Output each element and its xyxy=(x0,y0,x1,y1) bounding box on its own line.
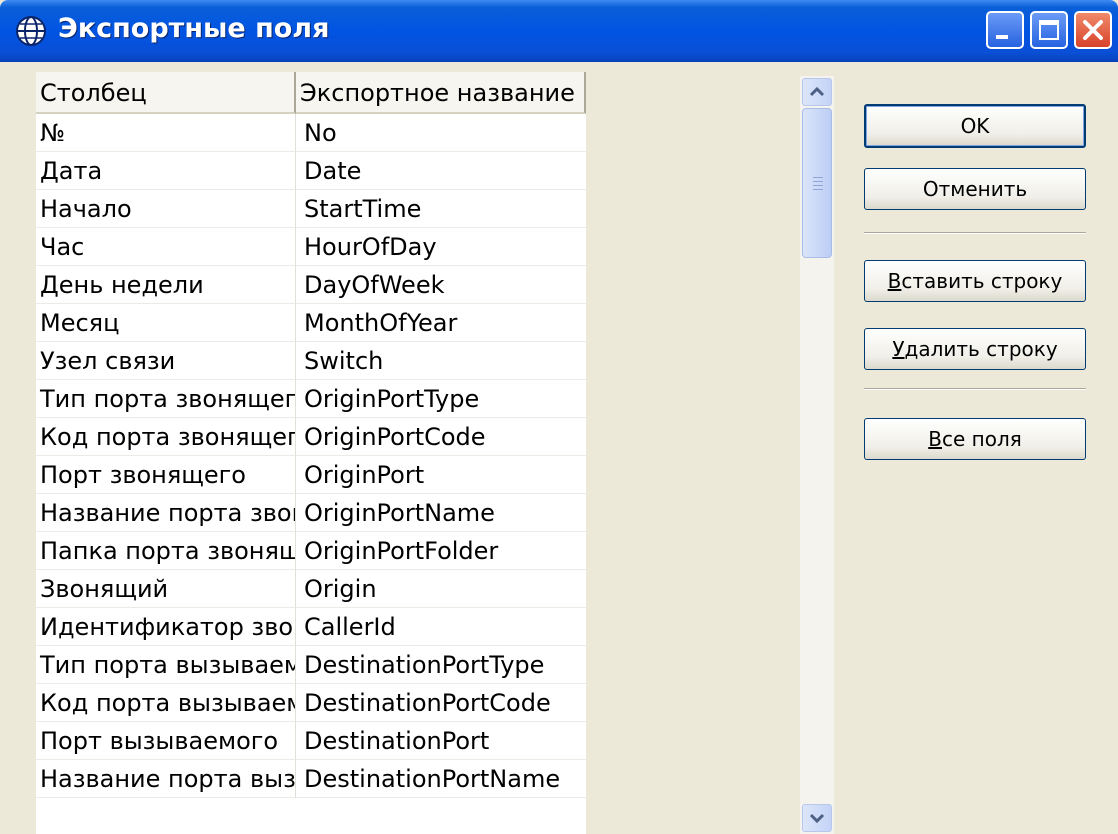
scroll-down-button[interactable] xyxy=(802,804,832,832)
table-row[interactable]: Порт вызываемого DestinationPort xyxy=(36,722,586,760)
cancel-button[interactable]: Отменить xyxy=(864,168,1086,210)
table-row[interactable]: Дата Date xyxy=(36,152,586,190)
all-fields-button[interactable]: Все поля xyxy=(864,418,1086,460)
grip-line xyxy=(813,185,823,186)
cell-export-name[interactable]: StartTime xyxy=(296,190,586,228)
cell-column[interactable]: Название порта звон... xyxy=(36,494,296,532)
table-row[interactable]: № No xyxy=(36,114,586,152)
table-row[interactable]: Узел связи Switch xyxy=(36,342,586,380)
mnemonic: В xyxy=(887,269,902,293)
cell-column[interactable]: Порт вызываемого xyxy=(36,722,296,760)
button-label: се поля xyxy=(941,427,1022,451)
cell-export-name[interactable]: OriginPortFolder xyxy=(296,532,586,570)
cell-export-name[interactable]: Switch xyxy=(296,342,586,380)
cell-column[interactable]: Код порта звонящего xyxy=(36,418,296,456)
table-row[interactable]: Название порта выз... DestinationPortName xyxy=(36,760,586,798)
cell-column[interactable]: Месяц xyxy=(36,304,296,342)
table-row[interactable]: Код порта звонящего OriginPortCode xyxy=(36,418,586,456)
cell-export-name[interactable]: DestinationPort xyxy=(296,722,586,760)
cell-column[interactable]: Тип порта вызываем... xyxy=(36,646,296,684)
cell-export-name[interactable]: Date xyxy=(296,152,586,190)
grip-line xyxy=(813,177,823,178)
cell-export-name[interactable]: OriginPortCode xyxy=(296,418,586,456)
ok-button[interactable]: OK xyxy=(864,104,1086,148)
minimize-icon xyxy=(996,35,1008,39)
table-row[interactable]: Код порта вызываем...DestinationPortCode xyxy=(36,684,586,722)
cell-column[interactable]: Начало xyxy=(36,190,296,228)
cell-column[interactable]: Тип порта звонящего xyxy=(36,380,296,418)
table[interactable]: Столбец Экспортное название № No Дата Date… xyxy=(36,72,586,834)
cell-column[interactable]: Название порта выз... xyxy=(36,760,296,798)
cell-column[interactable]: Узел связи xyxy=(36,342,296,380)
insert-row-button[interactable]: Вставить строку xyxy=(864,260,1086,302)
grip-line xyxy=(813,189,823,190)
mnemonic: В xyxy=(928,427,942,451)
globe-icon xyxy=(16,16,46,46)
cell-export-name[interactable]: DayOfWeek xyxy=(296,266,586,304)
cell-column[interactable]: Идентификатор звон... xyxy=(36,608,296,646)
table-row[interactable]: Час HourOfDay xyxy=(36,228,586,266)
cell-column[interactable]: Порт звонящего xyxy=(36,456,296,494)
cell-export-name[interactable]: CallerId xyxy=(296,608,586,646)
window-title: Экспортные поля xyxy=(58,13,330,44)
column-header-export-name[interactable]: Экспортное название xyxy=(296,72,586,114)
table-row[interactable]: Порт звонящего OriginPort xyxy=(36,456,586,494)
cell-export-name[interactable]: OriginPortType xyxy=(296,380,586,418)
table-row[interactable]: Начало StartTime xyxy=(36,190,586,228)
cell-column[interactable]: Час xyxy=(36,228,296,266)
column-header-column[interactable]: Столбец xyxy=(36,72,296,114)
table-row[interactable]: Тип порта вызываем...DestinationPortType xyxy=(36,646,586,684)
cell-export-name[interactable]: DestinationPortCode xyxy=(296,684,586,722)
cell-column[interactable]: Код порта вызываем... xyxy=(36,684,296,722)
table-header: Столбец Экспортное название xyxy=(36,72,586,114)
chevron-up-icon xyxy=(809,86,825,97)
cell-export-name[interactable]: OriginPortName xyxy=(296,494,586,532)
divider xyxy=(864,232,1086,234)
vertical-scrollbar[interactable] xyxy=(800,76,834,834)
close-button[interactable] xyxy=(1074,11,1112,49)
cell-export-name[interactable]: OriginPort xyxy=(296,456,586,494)
table-row[interactable]: Тип порта звонящего OriginPortType xyxy=(36,380,586,418)
cell-export-name[interactable]: HourOfDay xyxy=(296,228,586,266)
table-row[interactable]: Месяц MonthOfYear xyxy=(36,304,586,342)
cell-export-name[interactable]: No xyxy=(296,114,586,152)
table-row[interactable]: День недели DayOfWeek xyxy=(36,266,586,304)
cell-export-name[interactable]: DestinationPortType xyxy=(296,646,586,684)
grip-line xyxy=(813,181,823,182)
cell-column[interactable]: Папка порта звонящ... xyxy=(36,532,296,570)
title-bar[interactable]: Экспортные поля xyxy=(0,0,1118,62)
maximize-button[interactable] xyxy=(1030,11,1068,49)
cell-export-name[interactable]: Origin xyxy=(296,570,586,608)
cell-column[interactable]: Дата xyxy=(36,152,296,190)
mnemonic: У xyxy=(892,337,905,361)
table-row[interactable]: Идентификатор звон...CallerId xyxy=(36,608,586,646)
cell-column[interactable]: День недели xyxy=(36,266,296,304)
cell-column[interactable]: Звонящий xyxy=(36,570,296,608)
scroll-thumb[interactable] xyxy=(802,108,832,258)
table-row[interactable]: Название порта звон...OriginPortName xyxy=(36,494,586,532)
chevron-down-icon xyxy=(809,813,825,824)
close-icon xyxy=(1083,20,1103,40)
cell-export-name[interactable]: DestinationPortName xyxy=(296,760,586,798)
cell-export-name[interactable]: MonthOfYear xyxy=(296,304,586,342)
button-label: далить строку xyxy=(904,337,1058,361)
table-row[interactable]: Папка порта звонящ... OriginPortFolder xyxy=(36,532,586,570)
table-row[interactable]: Звонящий Origin xyxy=(36,570,586,608)
divider xyxy=(864,388,1086,390)
button-label: ставить строку xyxy=(901,269,1063,293)
scroll-up-button[interactable] xyxy=(802,78,832,106)
cell-column[interactable]: № xyxy=(36,114,296,152)
maximize-icon xyxy=(1039,20,1059,40)
delete-row-button[interactable]: Удалить строку xyxy=(864,328,1086,370)
export-fields-grid[interactable]: Столбец Экспортное название № No Дата Date… xyxy=(0,62,834,834)
minimize-button[interactable] xyxy=(986,11,1024,49)
